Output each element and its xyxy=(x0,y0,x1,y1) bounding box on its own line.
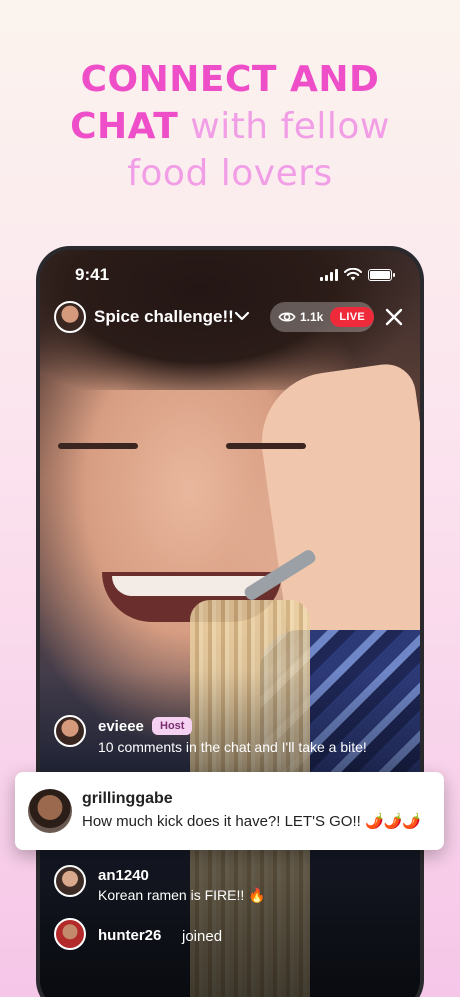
battery-icon xyxy=(368,268,395,281)
close-icon[interactable] xyxy=(382,305,406,329)
status-icons xyxy=(320,268,395,281)
chevron-down-icon[interactable] xyxy=(232,306,252,326)
headline-food-lovers: food lovers xyxy=(127,153,333,194)
phone-frame: 9:41 Spice challenge!! 1.1k LIVE evieee … xyxy=(40,250,420,997)
live-badge: LIVE xyxy=(330,307,375,327)
live-header: Spice challenge!! 1.1k LIVE xyxy=(54,300,410,334)
avatar[interactable] xyxy=(54,715,86,747)
eye-icon xyxy=(278,312,296,322)
chat-username[interactable]: evieee xyxy=(98,718,144,735)
headline-chat: CHAT xyxy=(70,106,179,147)
chat-text: Korean ramen is FIRE!! 🔥 xyxy=(98,887,266,903)
promo-headline: CONNECT AND CHAT with fellow food lovers xyxy=(0,56,460,197)
video-eye-left xyxy=(58,443,138,449)
headline-connect: CONNECT AND xyxy=(80,59,380,100)
video-eye-right xyxy=(226,443,306,449)
headline-with-fellow: with fellow xyxy=(190,106,390,147)
featured-comment-card[interactable]: grillinggabe How much kick does it have?… xyxy=(15,772,444,850)
stream-title[interactable]: Spice challenge!! xyxy=(94,307,234,327)
headline-line-1: CONNECT AND xyxy=(0,56,460,103)
chat-username[interactable]: hunter26 xyxy=(98,927,161,944)
chat-text: How much kick does it have?! LET'S GO!! … xyxy=(82,813,422,830)
avatar[interactable] xyxy=(54,918,86,950)
viewer-count: 1.1k xyxy=(300,310,324,324)
avatar[interactable] xyxy=(28,789,72,833)
headline-line-2: CHAT with fellow xyxy=(0,103,460,150)
chat-username[interactable]: an1240 xyxy=(98,867,149,884)
avatar[interactable] xyxy=(54,865,86,897)
host-badge: Host xyxy=(152,717,193,735)
viewer-pill[interactable]: 1.1k LIVE xyxy=(270,302,375,332)
status-time: 9:41 xyxy=(75,265,110,284)
headline-line-3: food lovers xyxy=(0,150,460,197)
wifi-icon xyxy=(344,268,362,281)
chat-text: 10 comments in the chat and I'll take a … xyxy=(98,739,367,755)
chat-join-text: joined xyxy=(182,928,223,945)
signal-icon xyxy=(320,268,338,281)
host-avatar[interactable] xyxy=(54,301,86,333)
chat-username[interactable]: grillinggabe xyxy=(82,790,173,808)
status-bar: 9:41 xyxy=(40,250,420,300)
